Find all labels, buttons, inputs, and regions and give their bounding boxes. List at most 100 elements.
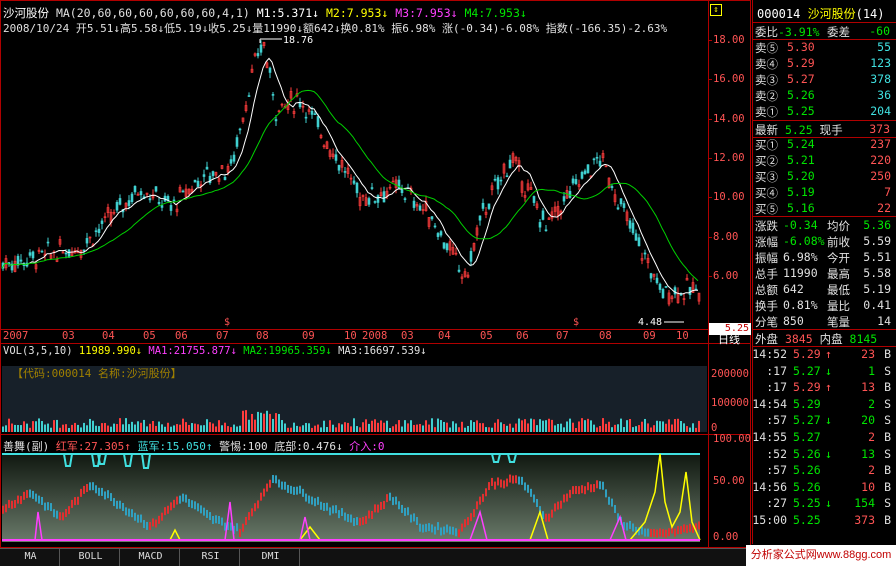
indicator-bar <box>611 498 613 507</box>
indicator-bar <box>137 514 139 523</box>
tick-row[interactable]: :52 5.26 ↓ 13 S <box>753 447 896 463</box>
tab-macd[interactable]: MACD <box>122 549 180 566</box>
volume-bar <box>137 421 139 432</box>
indicator-bar <box>179 495 181 504</box>
tick-row[interactable]: :27 5.25 ↓ 154 S <box>753 496 896 512</box>
bid-row-volume: 7 <box>884 185 891 199</box>
volume-bar <box>632 427 634 432</box>
tick-row[interactable]: :57 5.26 2 B <box>753 463 896 479</box>
bid-row[interactable]: 买④ 5.19 7 <box>753 185 896 201</box>
volume-bar <box>416 424 418 432</box>
tab-rsi[interactable]: RSI <box>182 549 240 566</box>
volume-bar <box>566 421 568 432</box>
volume-bar <box>563 427 565 432</box>
ask-row[interactable]: 卖④ 5.29 123 <box>753 56 896 72</box>
candle <box>433 225 437 228</box>
indicator-bar <box>113 498 115 507</box>
ask-row[interactable]: 卖① 5.25 204 <box>753 104 896 120</box>
tick-row[interactable]: 14:52 5.29 ↑ 23 B <box>752 347 896 363</box>
volume-bar <box>131 421 133 432</box>
ask-row-volume: 204 <box>870 104 891 118</box>
indicator-bar <box>698 521 700 530</box>
indicator-bar <box>356 517 358 526</box>
indicator-bar <box>278 479 280 488</box>
volume-bar <box>683 423 685 432</box>
bid-row-volume: 22 <box>877 201 891 215</box>
tab-dmi[interactable]: DMI <box>242 549 300 566</box>
volume-bar <box>185 422 187 432</box>
ask-row[interactable]: 卖⑤ 5.30 55 <box>753 40 896 56</box>
stat-v1: 850 <box>783 314 804 328</box>
ask-row-label: 卖② <box>755 89 778 103</box>
tick-row[interactable]: :17 5.29 ↑ 13 B <box>753 380 896 396</box>
ask-row[interactable]: 卖② 5.26 36 <box>753 88 896 104</box>
tab-ma[interactable]: MA <box>2 549 60 566</box>
candle <box>274 119 278 122</box>
bid-row[interactable]: 买③ 5.20 250 <box>753 169 896 185</box>
indicator-bar <box>2 505 4 514</box>
volume-bar <box>335 427 337 432</box>
candle <box>337 165 341 171</box>
volume-bar <box>254 419 256 432</box>
ask-row[interactable]: 卖③ 5.27 378 <box>753 72 896 88</box>
tick-volume: 154 <box>854 496 875 511</box>
bid-row[interactable]: 买① 5.24 237 <box>753 137 896 153</box>
indicator-bar <box>32 490 34 499</box>
price-tick: 18.00 <box>713 34 745 46</box>
stat-l1: 分笔 <box>755 315 778 329</box>
indicator-bar <box>374 504 376 513</box>
tick-side: B <box>884 430 891 444</box>
ind-tick: 50.00 <box>713 475 745 487</box>
volume-bar <box>323 420 325 432</box>
tick-volume: 23 <box>861 347 875 361</box>
indicator-bar <box>569 489 571 498</box>
tick-row[interactable]: 14:55 5.27 2 B <box>752 430 896 446</box>
indicator-bar <box>599 481 601 490</box>
indicator-chart[interactable] <box>0 452 708 548</box>
candle <box>118 198 122 205</box>
indicator-bar <box>461 523 463 532</box>
bid-row[interactable]: 买② 5.21 220 <box>753 153 896 169</box>
indicator-bar <box>344 512 346 521</box>
volume-bar <box>449 427 451 432</box>
indicator-bar <box>551 509 553 518</box>
volume-bar <box>230 427 232 432</box>
indicator-bar <box>419 523 421 532</box>
candle <box>505 175 509 178</box>
indicator-bar <box>362 516 364 525</box>
tick-row[interactable]: 14:54 5.29 2 S <box>752 397 896 413</box>
tick-row[interactable]: 15:00 5.25 373 B <box>752 513 896 529</box>
volume-bar <box>398 420 400 432</box>
volume-bar <box>455 423 457 432</box>
dividend-marker[interactable]: $ <box>224 317 230 328</box>
tick-row[interactable]: 14:56 5.26 10 B <box>752 480 896 496</box>
ask-row-volume: 123 <box>870 56 891 70</box>
volume-bar <box>443 421 445 432</box>
candle <box>334 154 338 161</box>
bid-row[interactable]: 买⑤ 5.16 22 <box>753 201 896 217</box>
volume-bar <box>413 424 415 432</box>
price-chart[interactable]: 18.76 4.48 <box>0 33 708 329</box>
volume-bar <box>146 426 148 432</box>
tick-row[interactable]: :17 5.27 ↓ 1 S <box>753 364 896 380</box>
vol-axis: 200000 100000 0 <box>709 344 751 434</box>
indicator-bar <box>437 522 439 531</box>
candle <box>481 202 485 209</box>
ask-row-price: 5.26 <box>787 88 815 102</box>
dividend-marker[interactable]: $ <box>573 317 579 328</box>
tab-boll[interactable]: BOLL <box>62 549 120 566</box>
indicator-bar <box>647 528 649 537</box>
candle <box>655 277 659 284</box>
volume-bar <box>659 421 661 432</box>
indicator-bar <box>683 524 685 533</box>
candle <box>634 233 638 241</box>
outer-inner-row: 外盘 3845 内盘 8145 <box>755 331 877 347</box>
indicator-bar <box>665 529 667 538</box>
volume-bar <box>104 422 106 432</box>
tick-row[interactable]: :57 5.27 ↓ 20 S <box>753 413 896 429</box>
candle <box>439 231 443 236</box>
candle <box>31 251 35 259</box>
volume-bar <box>134 424 136 432</box>
indicator-bar <box>164 507 166 516</box>
indicator-bar <box>350 514 352 523</box>
